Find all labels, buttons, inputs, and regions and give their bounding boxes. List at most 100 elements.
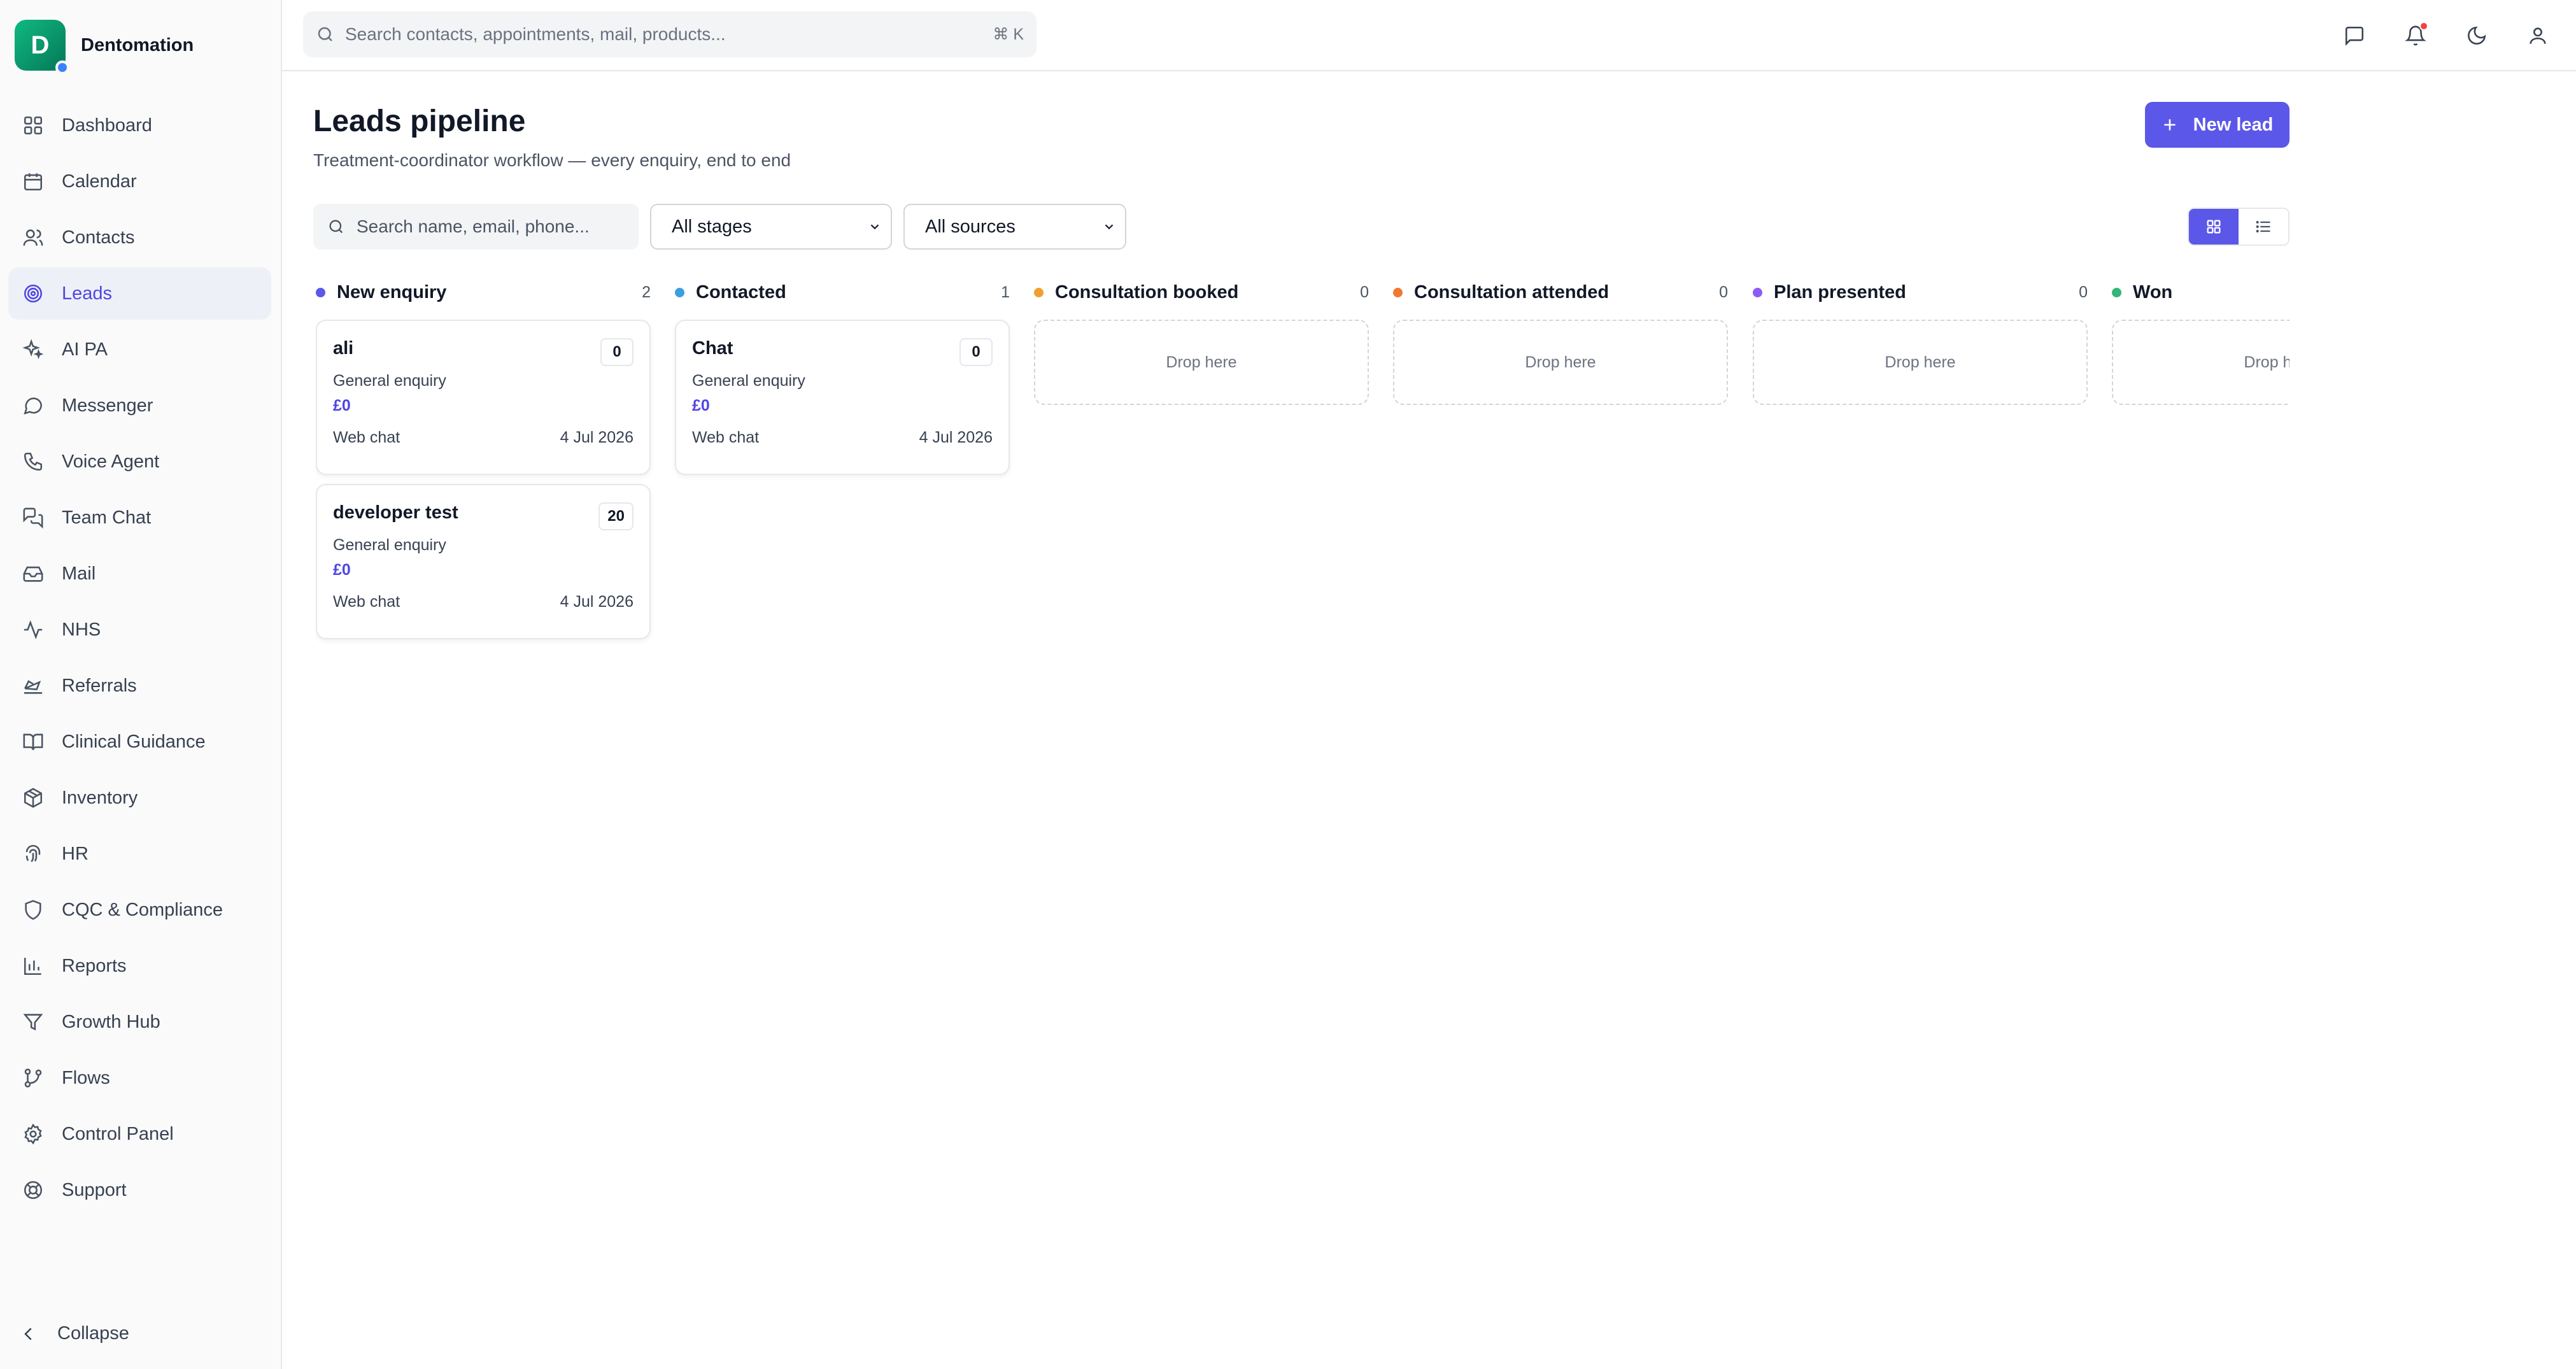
sidebar-item-label: Control Panel (62, 1123, 174, 1144)
new-lead-label: New lead (2193, 114, 2274, 135)
sidebar-item-label: Reports (62, 955, 127, 976)
book-open-icon (22, 731, 44, 753)
stage-select[interactable]: All stages (650, 204, 892, 250)
sidebar-item-calendar[interactable]: Calendar (8, 155, 271, 208)
sidebar-item-contacts[interactable]: Contacts (8, 211, 271, 264)
global-search[interactable]: ⌘ K (303, 11, 1037, 57)
sidebar-item-dashboard[interactable]: Dashboard (8, 99, 271, 152)
lead-type: General enquiry (333, 372, 446, 390)
column-consultation-attended: Consultation attended 0 Drop here (1393, 273, 1728, 405)
online-status-dot (55, 60, 69, 74)
shortcut-hint: ⌘ K (993, 25, 1024, 43)
lead-value: £0 (333, 561, 351, 579)
sidebar-item-label: Dashboard (62, 115, 152, 136)
sidebar-item-label: Messenger (62, 395, 153, 416)
drop-zone[interactable]: Drop here (1753, 320, 2088, 405)
chevron-down-icon (870, 224, 879, 230)
column-consultation-booked: Consultation booked 0 Drop here (1034, 273, 1369, 405)
lead-search[interactable] (313, 204, 639, 250)
lead-date: 4 Jul 2026 (560, 593, 633, 611)
board-view-button[interactable] (2189, 209, 2239, 245)
sidebar-item-label: Support (62, 1179, 127, 1200)
collapse-button[interactable]: Collapse (19, 1323, 129, 1344)
top-actions (2309, 20, 2553, 51)
lead-source: Web chat (333, 429, 400, 446)
brand[interactable]: D Dentomation (15, 20, 194, 74)
stage-select-value: All stages (672, 216, 752, 237)
theme-toggle-button[interactable] (2461, 20, 2492, 51)
sidebar-item-reports[interactable]: Reports (8, 940, 271, 992)
topbar: ⌘ K (282, 0, 2576, 71)
brand-logo: D (15, 20, 69, 74)
settings-icon (22, 1123, 44, 1145)
sidebar-item-hr[interactable]: HR (8, 828, 271, 880)
sidebar-item-label: Inventory (62, 787, 138, 808)
column-count: 0 (2079, 283, 2088, 301)
column-count: 0 (1360, 283, 1369, 301)
column-title: Consultation booked (1055, 281, 1239, 302)
sidebar: D Dentomation Dashboard Calendar Contact… (0, 0, 282, 1369)
column-count: 2 (642, 283, 651, 301)
package-icon (22, 787, 44, 809)
sidebar-item-inventory[interactable]: Inventory (8, 772, 271, 824)
page-subtitle: Treatment-coordinator workflow — every e… (313, 150, 791, 170)
filter-bar: All stages All sources (313, 204, 1126, 250)
search-icon (329, 220, 343, 234)
stage-dot (1753, 287, 1762, 297)
sidebar-item-team-chat[interactable]: Team Chat (8, 492, 271, 544)
sidebar-item-label: Leads (62, 283, 113, 304)
lead-value: £0 (692, 397, 710, 415)
notifications-button[interactable] (2400, 20, 2431, 51)
sidebar-item-messenger[interactable]: Messenger (8, 379, 271, 432)
sidebar-nav: Dashboard Calendar Contacts Leads AI PA (8, 99, 271, 1220)
column-header: Consultation attended 0 (1393, 273, 1728, 312)
stage-dot (1393, 287, 1403, 297)
sidebar-item-label: Referrals (62, 675, 137, 696)
lead-score-badge: 0 (600, 338, 633, 366)
sidebar-item-label: Growth Hub (62, 1011, 160, 1032)
drop-zone[interactable]: Drop here (1393, 320, 1728, 405)
messages-button[interactable] (2339, 20, 2370, 51)
lead-search-input[interactable] (357, 216, 625, 237)
sidebar-item-flows[interactable]: Flows (8, 1052, 271, 1104)
sidebar-item-clinical-guidance[interactable]: Clinical Guidance (8, 716, 271, 768)
chevron-left-icon (24, 1327, 32, 1340)
lead-card[interactable]: Chat 0 General enquiry £0 Web chat 4 Jul… (675, 320, 1010, 475)
new-lead-button[interactable]: New lead (2145, 102, 2289, 148)
sidebar-item-control-panel[interactable]: Control Panel (8, 1108, 271, 1160)
sidebar-item-ai-pa[interactable]: AI PA (8, 323, 271, 376)
column-title: Consultation attended (1414, 281, 1610, 302)
sidebar-item-support[interactable]: Support (8, 1164, 271, 1216)
profile-button[interactable] (2523, 20, 2553, 51)
sidebar-item-voice-agent[interactable]: Voice Agent (8, 436, 271, 488)
stage-dot (2112, 287, 2121, 297)
lead-score-badge: 0 (959, 338, 993, 366)
column-new-enquiry: New enquiry 2 ali 0 General enquiry £0 W… (316, 273, 651, 648)
column-won: Won Drop here (2112, 273, 2289, 405)
sidebar-item-label: HR (62, 843, 88, 864)
drop-zone[interactable]: Drop here (1034, 320, 1369, 405)
list-view-button[interactable] (2239, 209, 2288, 245)
lead-name: ali (333, 338, 354, 358)
global-search-input[interactable] (345, 24, 993, 45)
sidebar-item-mail[interactable]: Mail (8, 548, 271, 600)
drop-zone[interactable]: Drop here (2112, 320, 2289, 405)
sidebar-item-referrals[interactable]: Referrals (8, 660, 271, 712)
sidebar-item-nhs[interactable]: NHS (8, 604, 271, 656)
column-title: Plan presented (1774, 281, 1906, 302)
lead-card[interactable]: ali 0 General enquiry £0 Web chat 4 Jul … (316, 320, 651, 475)
moon-icon (2468, 26, 2486, 45)
life-buoy-icon (22, 1179, 44, 1201)
send-icon (22, 675, 44, 697)
column-count: 1 (1001, 283, 1010, 301)
stage-dot (1034, 287, 1044, 297)
bar-chart-icon (22, 955, 44, 977)
sidebar-item-growth-hub[interactable]: Growth Hub (8, 996, 271, 1048)
source-select[interactable]: All sources (903, 204, 1126, 250)
sidebar-item-label: CQC & Compliance (62, 899, 223, 920)
user-icon (2530, 27, 2546, 44)
lead-card[interactable]: developer test 20 General enquiry £0 Web… (316, 484, 651, 639)
sidebar-item-cqc-compliance[interactable]: CQC & Compliance (8, 884, 271, 936)
sidebar-item-leads[interactable]: Leads (8, 267, 271, 320)
view-toggle (2188, 208, 2289, 246)
